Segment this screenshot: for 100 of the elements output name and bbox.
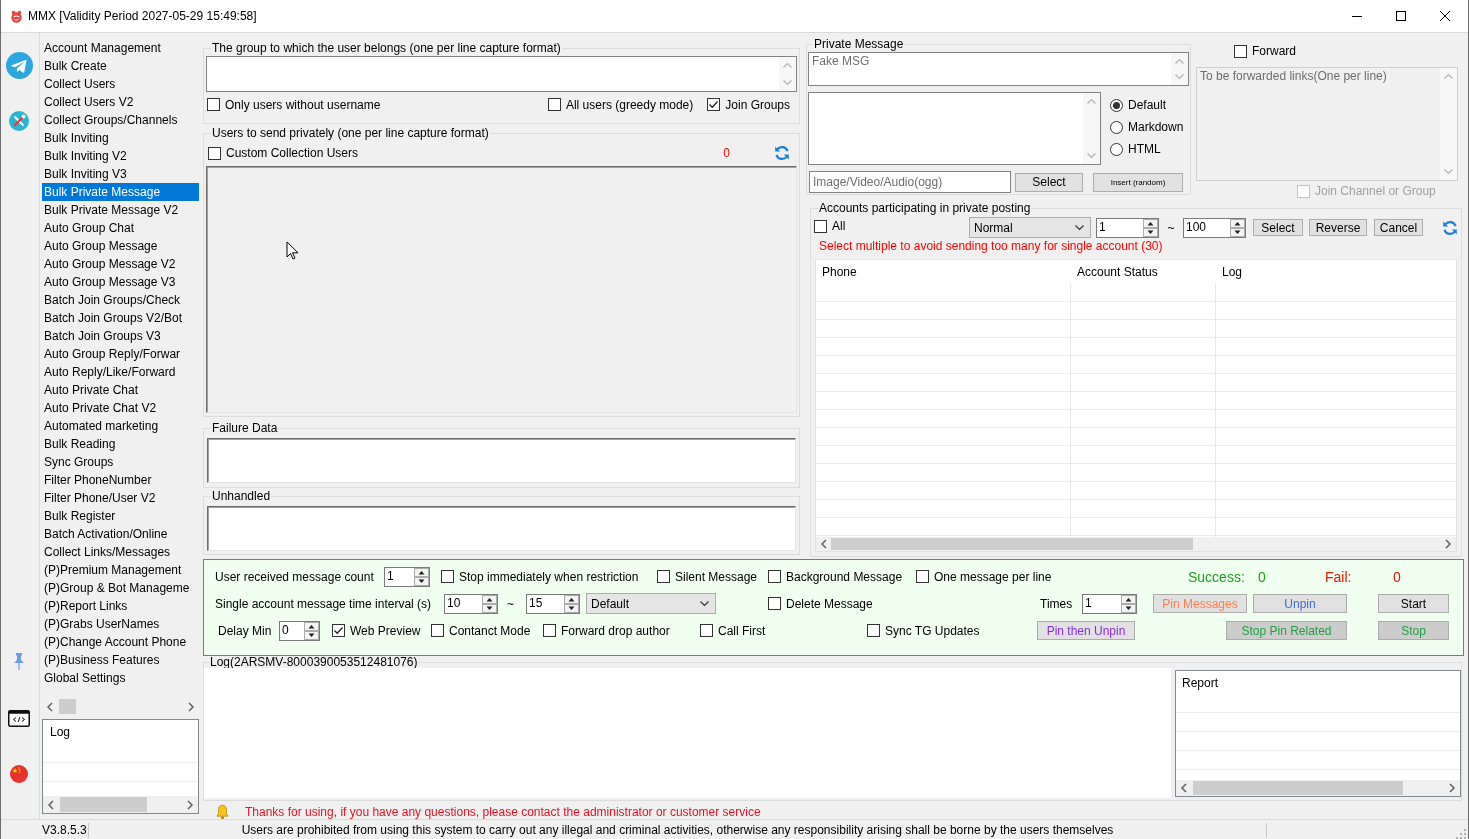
nav-item[interactable]: Sync Groups — [42, 453, 199, 471]
checkbox[interactable] — [707, 98, 721, 111]
resize-grip-icon[interactable] — [1456, 829, 1466, 839]
media-path-field[interactable]: Image/Video/Audio(ogg) — [809, 171, 1011, 193]
scroll-right-icon[interactable] — [1444, 539, 1452, 549]
nav-item[interactable]: Filter Phone/User V2 — [42, 489, 199, 507]
spin-down-icon[interactable] — [1143, 227, 1158, 237]
users-field[interactable] — [206, 166, 797, 413]
action-button[interactable]: Reverse — [1309, 219, 1367, 236]
horizontal-scrollbar[interactable] — [43, 796, 198, 813]
column-header[interactable]: Log — [50, 725, 71, 739]
spin-box[interactable]: 1 — [1082, 593, 1137, 614]
nav-item[interactable]: Batch Join Groups/Check — [42, 291, 199, 309]
nav-item[interactable]: Filter PhoneNumber — [42, 471, 199, 489]
nav-item[interactable]: Collect Groups/Channels — [42, 111, 199, 129]
nav-item[interactable]: Global Settings — [42, 669, 199, 687]
column-header[interactable]: Account Status — [1071, 265, 1216, 279]
spin-box[interactable]: 15 — [526, 593, 580, 614]
spin-up-icon[interactable] — [414, 567, 429, 577]
action-button[interactable]: Select — [1253, 219, 1303, 236]
dropdown[interactable]: Default — [586, 593, 716, 614]
spin-box[interactable]: 10 — [444, 593, 498, 614]
scrollbar-thumb[interactable] — [1193, 781, 1403, 795]
spin-box[interactable]: 100 — [1183, 217, 1246, 238]
close-icon[interactable] — [1440, 11, 1450, 21]
checkbox[interactable] — [208, 146, 221, 160]
scroll-left-icon[interactable] — [1180, 783, 1188, 793]
tools-icon[interactable] — [9, 111, 29, 131]
select-button[interactable]: Select — [1015, 172, 1083, 192]
nav-item[interactable]: Auto Private Chat V2 — [42, 399, 199, 417]
scroll-left-icon[interactable] — [46, 701, 54, 712]
checkbox[interactable] — [700, 624, 713, 637]
scroll-left-icon[interactable] — [47, 799, 55, 810]
radio-button[interactable] — [1110, 120, 1123, 134]
spin-up-icon[interactable] — [482, 594, 497, 604]
checkbox[interactable] — [768, 597, 781, 610]
checkbox[interactable] — [441, 570, 454, 583]
checkbox[interactable] — [431, 624, 444, 637]
nav-item[interactable]: Collect Links/Messages — [42, 543, 199, 561]
failure-data-field[interactable] — [207, 438, 796, 483]
nav-item[interactable]: Automated marketing — [42, 417, 199, 435]
spin-box[interactable]: 0 — [279, 620, 320, 641]
spin-up-icon[interactable] — [304, 621, 319, 631]
action-button[interactable]: Pin then Unpin — [1037, 621, 1135, 640]
spin-up-icon[interactable] — [1230, 218, 1245, 228]
checkbox[interactable] — [543, 624, 556, 637]
nav-item[interactable]: Auto Group Message V2 — [42, 255, 199, 273]
checkbox[interactable] — [547, 98, 561, 111]
paper-plane-icon[interactable] — [5, 52, 33, 79]
nav-item[interactable]: Batch Activation/Online — [42, 525, 199, 543]
scroll-right-icon[interactable] — [1448, 783, 1456, 793]
checkbox[interactable] — [867, 624, 880, 637]
spin-down-icon[interactable] — [304, 630, 319, 640]
scrollbar-thumb[interactable] — [60, 797, 147, 812]
insert-button[interactable]: Insert (random) — [1093, 172, 1183, 192]
code-window-icon[interactable] — [8, 710, 30, 727]
scroll-right-icon[interactable] — [187, 701, 195, 712]
checkbox[interactable] — [657, 570, 670, 583]
nav-item[interactable]: (P)Grabs UserNames — [42, 615, 199, 633]
dropdown[interactable]: Normal — [969, 217, 1091, 238]
spin-box[interactable]: 1 — [1096, 217, 1159, 238]
maximize-icon[interactable] — [1396, 11, 1406, 21]
nav-item[interactable]: Bulk Inviting V2 — [42, 147, 199, 165]
nav-item[interactable]: (P)Premium Management — [42, 561, 199, 579]
spin-up-icon[interactable] — [1121, 594, 1136, 604]
spin-down-icon[interactable] — [1121, 603, 1136, 613]
nav-item[interactable]: Bulk Reading — [42, 435, 199, 453]
scrollbar-thumb[interactable] — [59, 699, 76, 714]
spin-up-icon[interactable] — [564, 594, 579, 604]
refresh-icon[interactable] — [1442, 219, 1458, 236]
checkbox[interactable] — [207, 98, 220, 111]
column-header[interactable]: Phone — [816, 265, 1071, 279]
spin-down-icon[interactable] — [482, 603, 497, 613]
nav-item[interactable]: Collect Users V2 — [42, 93, 199, 111]
column-header[interactable]: Log — [1216, 265, 1243, 279]
nav-item[interactable]: Batch Join Groups V2/Bot — [42, 309, 199, 327]
checkbox[interactable] — [916, 570, 929, 583]
nav-item[interactable]: (P)Business Features — [42, 651, 199, 669]
spin-down-icon[interactable] — [1230, 227, 1245, 237]
nav-item[interactable]: Bulk Inviting V3 — [42, 165, 199, 183]
checkbox[interactable] — [332, 624, 345, 637]
action-button[interactable]: Unpin — [1253, 594, 1347, 613]
spin-box[interactable]: 1 — [384, 566, 430, 587]
nav-item[interactable]: Auto Group Reply/Forwar — [42, 345, 199, 363]
nav-item[interactable]: Auto Private Chat — [42, 381, 199, 399]
action-button[interactable]: Start — [1378, 594, 1449, 613]
nav-item[interactable]: Account Management — [42, 39, 199, 57]
nav-item[interactable]: Auto Group Message V3 — [42, 273, 199, 291]
nav-item[interactable]: Bulk Create — [42, 57, 199, 75]
nav-item[interactable]: Bulk Register — [42, 507, 199, 525]
nav-item[interactable]: (P)Group & Bot Manageme — [42, 579, 199, 597]
scrollbar-thumb[interactable] — [831, 538, 1193, 550]
column-header[interactable]: Report — [1182, 675, 1219, 690]
scroll-left-icon[interactable] — [820, 539, 828, 549]
nav-item[interactable]: (P)Change Account Phone — [42, 633, 199, 651]
checkbox[interactable] — [1234, 44, 1247, 58]
nav-item[interactable]: Batch Join Groups V3 — [42, 327, 199, 345]
nav-item[interactable]: Bulk Private Message — [42, 183, 199, 201]
nav-item[interactable]: Collect Users — [42, 75, 199, 93]
action-button[interactable]: Cancel — [1374, 219, 1423, 236]
